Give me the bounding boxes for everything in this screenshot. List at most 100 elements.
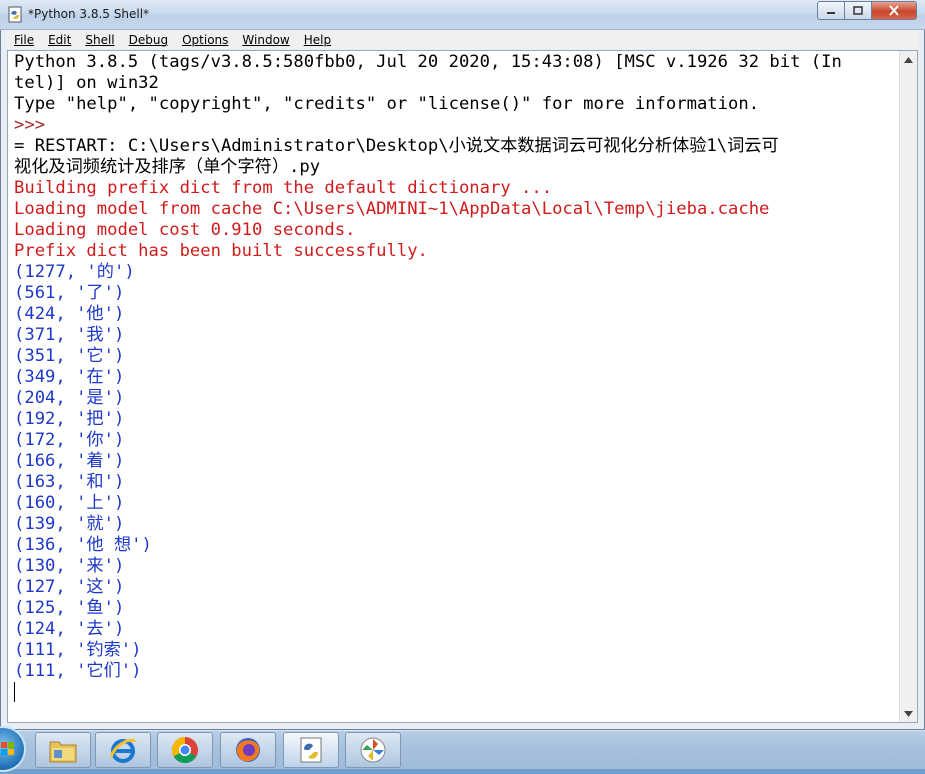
- shell-line: (160, '上'): [14, 493, 894, 514]
- maximize-button[interactable]: [844, 1, 871, 20]
- shell-prompt: >>>: [14, 115, 56, 135]
- minimize-icon: [827, 11, 835, 14]
- taskbar-file-explorer[interactable]: [35, 732, 91, 768]
- shell-line-text: (166, '着'): [14, 451, 125, 471]
- shell-line-text: (172, '你'): [14, 430, 125, 450]
- shell-line-text: (192, '把'): [14, 409, 125, 429]
- shell-line-text: (139, '就'): [14, 514, 125, 534]
- shell-line-text: (204, '是'): [14, 388, 125, 408]
- shell-output: Python 3.8.5 (tags/v3.8.5:580fbb0, Jul 2…: [14, 52, 894, 703]
- shell-line-text: (130, '来'): [14, 556, 125, 576]
- shell-line-text: (163, '和'): [14, 472, 125, 492]
- shell-line-text: (351, '它'): [14, 346, 125, 366]
- shell-line: (111, '它们'): [14, 661, 894, 682]
- taskbar-pinwheel-app[interactable]: [345, 732, 401, 768]
- shell-line-text: Python 3.8.5 (tags/v3.8.5:580fbb0, Jul 2…: [14, 52, 842, 72]
- shell-line: >>>: [14, 115, 894, 136]
- shell-line-text: (111, '钓索'): [14, 640, 142, 660]
- shell-line: = RESTART: C:\Users\Administrator\Deskto…: [14, 136, 894, 157]
- shell-line: (424, '他'): [14, 304, 894, 325]
- shell-line-text: Type "help", "copyright", "credits" or "…: [14, 94, 760, 114]
- input-line[interactable]: [14, 682, 894, 703]
- start-button[interactable]: [0, 728, 24, 770]
- menu-shell[interactable]: Shell: [78, 33, 121, 47]
- chevron-up-icon: [904, 56, 913, 63]
- menu-options[interactable]: Options: [175, 33, 235, 47]
- shell-line-text: Building prefix dict from the default di…: [14, 178, 553, 198]
- shell-line: (111, '钓索'): [14, 640, 894, 661]
- shell-line: (172, '你'): [14, 430, 894, 451]
- shell-line-text: Loading model cost 0.910 seconds.: [14, 220, 356, 240]
- close-button[interactable]: [871, 1, 917, 20]
- window-title: *Python 3.8.5 Shell*: [28, 7, 150, 21]
- shell-line: Python 3.8.5 (tags/v3.8.5:580fbb0, Jul 2…: [14, 52, 894, 73]
- shell-line: tel)] on win32: [14, 73, 894, 94]
- menu-edit[interactable]: Edit: [41, 33, 78, 47]
- shell-line: 视化及词频统计及排序（单个字符）.py: [14, 157, 894, 178]
- shell-line-text: (424, '他'): [14, 304, 125, 324]
- shell-line-text: (160, '上'): [14, 493, 125, 513]
- shell-line-text: (136, '他 想'): [14, 535, 152, 555]
- pinwheel-app-icon: [360, 737, 386, 763]
- idle-app-icon[interactable]: [7, 6, 24, 23]
- chrome-icon: [171, 736, 198, 764]
- shell-line: (1277, '的'): [14, 262, 894, 283]
- taskbar-internet-explorer[interactable]: [95, 732, 151, 768]
- shell-line-text: Prefix dict has been built successfully.: [14, 241, 428, 261]
- shell-line-text: tel)] on win32: [14, 73, 159, 93]
- shell-line: (561, '了'): [14, 283, 894, 304]
- taskbar: [0, 728, 925, 770]
- internet-explorer-icon: [109, 738, 137, 763]
- shell-line: (125, '鱼'): [14, 598, 894, 619]
- shell-line-text: (349, '在'): [14, 367, 125, 387]
- vertical-scrollbar[interactable]: [899, 51, 917, 722]
- taskbar-firefox[interactable]: [220, 732, 276, 768]
- caption-buttons: [817, 1, 917, 20]
- shell-line: (136, '他 想'): [14, 535, 894, 556]
- shell-line-text: (371, '我'): [14, 325, 125, 345]
- windows-logo-icon: [1, 742, 14, 755]
- scroll-up-button[interactable]: [900, 51, 917, 68]
- close-icon: [889, 5, 899, 16]
- shell-line-text: Loading model from cache C:\Users\ADMINI…: [14, 199, 770, 219]
- menu-debug[interactable]: Debug: [122, 33, 175, 47]
- shell-line: Building prefix dict from the default di…: [14, 178, 894, 199]
- shell-line: (192, '把'): [14, 409, 894, 430]
- shell-line: Loading model from cache C:\Users\ADMINI…: [14, 199, 894, 220]
- shell-line: (351, '它'): [14, 346, 894, 367]
- shell-line: Type "help", "copyright", "credits" or "…: [14, 94, 894, 115]
- shell-line-text: = RESTART: C:\Users\Administrator\Deskto…: [14, 136, 779, 156]
- idle-shell-window: *Python 3.8.5 Shell* File Edit Shell Deb…: [0, 0, 925, 730]
- shell-line: (204, '是'): [14, 388, 894, 409]
- title-bar[interactable]: *Python 3.8.5 Shell*: [0, 0, 925, 30]
- shell-line: (163, '和'): [14, 472, 894, 493]
- menu-help[interactable]: Help: [297, 33, 338, 47]
- scroll-down-button[interactable]: [900, 705, 917, 722]
- shell-line: (139, '就'): [14, 514, 894, 535]
- shell-line-text: (1277, '的'): [14, 262, 135, 282]
- taskbar-python-idle[interactable]: [283, 732, 339, 768]
- shell-line: (127, '这'): [14, 577, 894, 598]
- shell-line: (371, '我'): [14, 325, 894, 346]
- shell-line: Loading model cost 0.910 seconds.: [14, 220, 894, 241]
- shell-line-text: (127, '这'): [14, 577, 125, 597]
- shell-line-text: (111, '它们'): [14, 661, 142, 681]
- shell-line-text: (124, '去'): [14, 619, 125, 639]
- minimize-button[interactable]: [817, 1, 844, 20]
- shell-text-area[interactable]: Python 3.8.5 (tags/v3.8.5:580fbb0, Jul 2…: [7, 50, 918, 723]
- menu-bar: File Edit Shell Debug Options Window Hel…: [7, 30, 918, 49]
- taskbar-chrome[interactable]: [157, 732, 213, 768]
- shell-line-text: (125, '鱼'): [14, 598, 125, 618]
- maximize-icon: [853, 5, 863, 15]
- shell-line: (349, '在'): [14, 367, 894, 388]
- menu-window[interactable]: Window: [235, 33, 296, 47]
- menu-file[interactable]: File: [7, 33, 41, 47]
- shell-line: Prefix dict has been built successfully.: [14, 241, 894, 262]
- shell-line: (124, '去'): [14, 619, 894, 640]
- file-explorer-icon: [49, 741, 77, 763]
- shell-line-text: 视化及词频统计及排序（单个字符）.py: [14, 157, 321, 177]
- text-cursor: [14, 682, 15, 702]
- shell-line: (166, '着'): [14, 451, 894, 472]
- firefox-icon: [236, 738, 260, 762]
- shell-line: (130, '来'): [14, 556, 894, 577]
